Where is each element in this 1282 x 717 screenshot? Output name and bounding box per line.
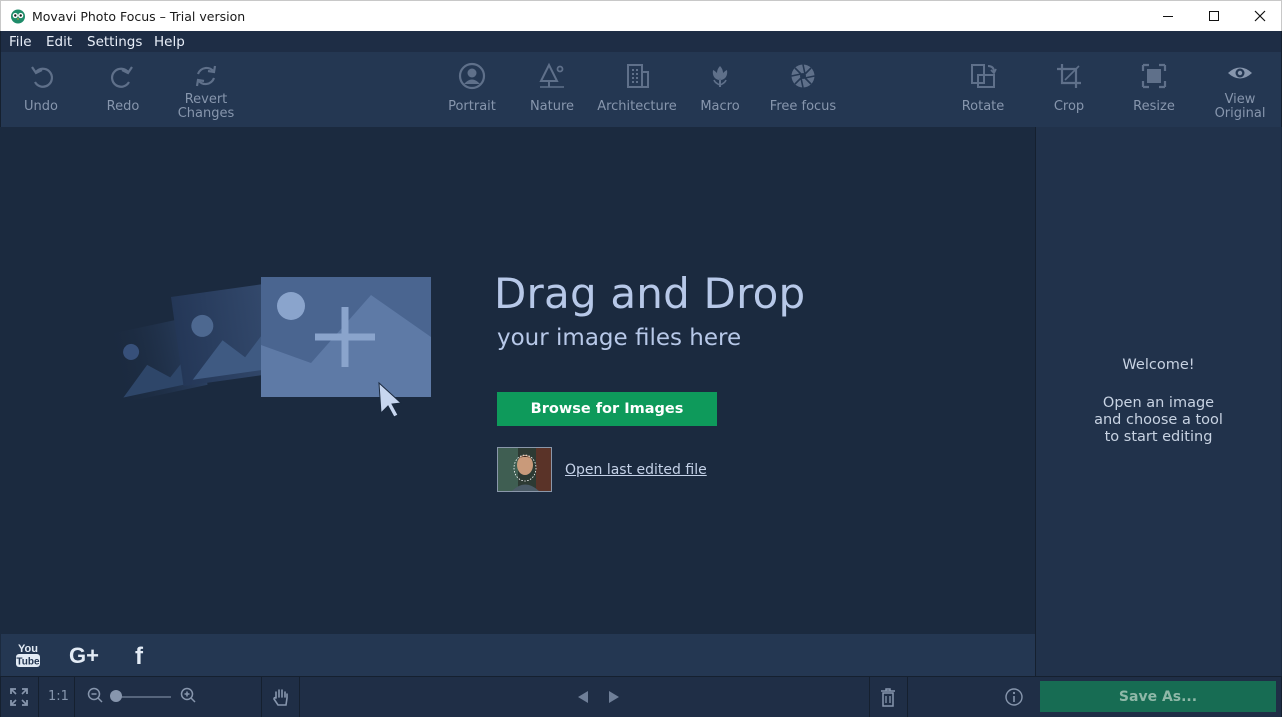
- undo-label: Undo: [24, 99, 58, 114]
- info-panel: Welcome! Open an image and choose a tool…: [1035, 127, 1281, 676]
- nature-button[interactable]: Nature: [517, 52, 587, 127]
- trash-icon[interactable]: [880, 687, 896, 707]
- view-original-label-line2: Original: [1214, 106, 1266, 121]
- svg-text:G+: G+: [69, 643, 99, 668]
- window-title: Movavi Photo Focus – Trial version: [32, 9, 246, 24]
- actual-size-button[interactable]: 1:1: [48, 689, 69, 704]
- drag-drop-title: Drag and Drop: [494, 269, 806, 318]
- welcome-hint: Open an image and choose a tool to start…: [1094, 395, 1223, 445]
- zoom-in-icon[interactable]: [180, 687, 196, 703]
- portrait-button[interactable]: Portrait: [437, 52, 507, 127]
- open-last-file-link[interactable]: Open last edited file: [565, 462, 707, 478]
- fit-screen-icon[interactable]: [9, 687, 29, 707]
- last-file-thumbnail[interactable]: [497, 447, 552, 492]
- redo-label: Redo: [106, 99, 140, 114]
- zoom-out-icon[interactable]: [87, 687, 103, 703]
- minimize-button[interactable]: [1145, 1, 1191, 31]
- rotate-button[interactable]: Rotate: [948, 52, 1018, 127]
- social-bar: You Tube G+ f: [1, 634, 1035, 676]
- youtube-icon[interactable]: You Tube: [13, 640, 43, 670]
- building-icon: [627, 64, 649, 88]
- revert-label-line1: Revert: [184, 92, 228, 107]
- facebook-icon[interactable]: f: [129, 640, 159, 670]
- google-plus-icon[interactable]: G+: [69, 640, 107, 670]
- minimize-icon: [1163, 16, 1173, 17]
- architecture-button[interactable]: Architecture: [593, 52, 681, 127]
- resize-icon: [1141, 63, 1167, 89]
- free-focus-button[interactable]: Free focus: [763, 52, 843, 127]
- view-original-label-line1: View: [1224, 92, 1256, 107]
- resize-label: Resize: [1133, 99, 1175, 114]
- revert-label-line2: Changes: [177, 106, 235, 121]
- close-icon: [1254, 10, 1266, 22]
- title-bar: Movavi Photo Focus – Trial version: [0, 0, 1282, 31]
- redo-icon: [110, 66, 133, 88]
- zoom-slider-handle[interactable]: [110, 690, 122, 702]
- architecture-label: Architecture: [597, 99, 677, 114]
- menu-settings[interactable]: Settings: [87, 34, 142, 50]
- rotate-label: Rotate: [961, 99, 1005, 114]
- crop-icon: [1057, 64, 1081, 88]
- undo-icon: [31, 66, 54, 88]
- next-image-icon[interactable]: [607, 689, 621, 705]
- revert-icon: [195, 65, 217, 87]
- portrait-icon: [458, 62, 486, 90]
- save-as-button[interactable]: Save As...: [1040, 681, 1276, 712]
- macro-button[interactable]: Macro: [689, 52, 751, 127]
- menu-help[interactable]: Help: [154, 34, 185, 50]
- eye-icon: [1228, 67, 1252, 79]
- menu-bar: File Edit Settings Help: [0, 31, 1282, 52]
- redo-button[interactable]: Redo: [88, 52, 158, 127]
- view-original-button[interactable]: View Original: [1205, 52, 1275, 127]
- nature-icon: [539, 62, 564, 88]
- svg-text:Tube: Tube: [16, 657, 40, 668]
- menu-edit[interactable]: Edit: [46, 34, 72, 50]
- toolbar: Undo Redo Revert Changes Portrait Nature…: [0, 52, 1282, 127]
- drop-zone[interactable]: Drag and Drop your image files here Brow…: [1, 127, 1035, 634]
- crop-label: Crop: [1053, 99, 1085, 114]
- svg-text:You: You: [18, 643, 38, 655]
- maximize-button[interactable]: [1191, 1, 1237, 31]
- rotate-icon: [971, 64, 997, 88]
- previous-image-icon[interactable]: [576, 689, 590, 705]
- info-icon[interactable]: [1004, 687, 1024, 707]
- revert-changes-button[interactable]: Revert Changes: [166, 52, 246, 127]
- aperture-icon: [791, 64, 815, 88]
- welcome-text: Welcome!: [1122, 357, 1195, 373]
- crop-button[interactable]: Crop: [1034, 52, 1104, 127]
- drag-drop-subtitle: your image files here: [497, 325, 742, 351]
- menu-file[interactable]: File: [9, 34, 32, 50]
- owl-app-icon: [11, 9, 25, 24]
- macro-label: Macro: [700, 99, 740, 114]
- hand-pan-icon[interactable]: [271, 687, 291, 707]
- svg-text:f: f: [135, 643, 144, 670]
- maximize-icon: [1209, 11, 1219, 21]
- browse-images-button[interactable]: Browse for Images: [497, 392, 717, 426]
- resize-button[interactable]: Resize: [1119, 52, 1189, 127]
- free-focus-label: Free focus: [769, 99, 837, 114]
- undo-button[interactable]: Undo: [6, 52, 76, 127]
- close-button[interactable]: [1237, 1, 1282, 31]
- flower-icon: [712, 66, 728, 87]
- drop-images-illustration: [105, 277, 431, 418]
- nature-label: Nature: [529, 99, 575, 114]
- portrait-label: Portrait: [448, 99, 496, 114]
